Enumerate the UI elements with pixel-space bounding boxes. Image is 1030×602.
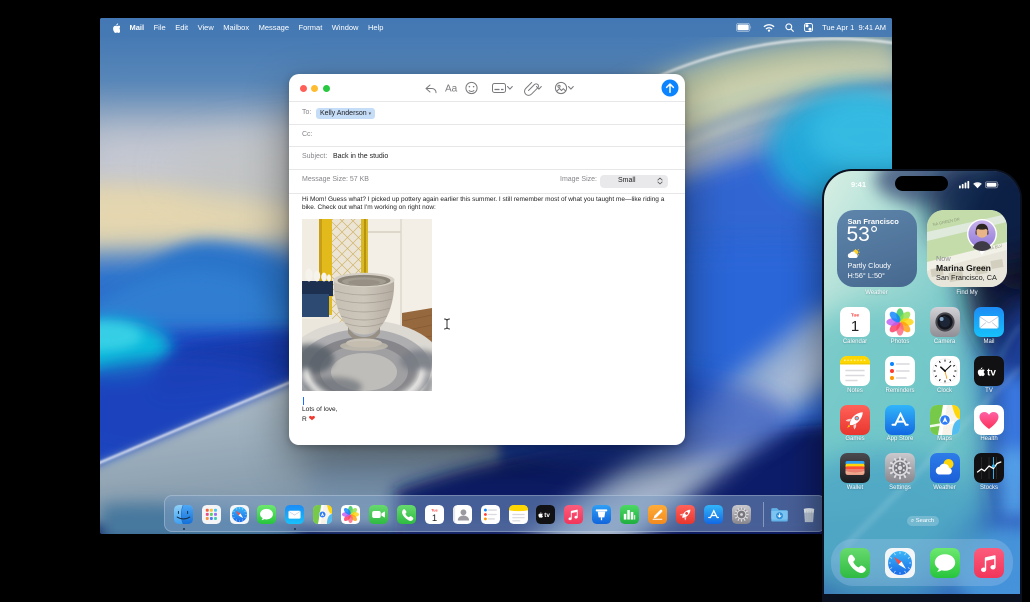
svg-text:Tue: Tue: [431, 508, 437, 512]
svg-text:tv: tv: [545, 512, 551, 519]
svg-text:1: 1: [851, 318, 859, 335]
svg-text:tv: tv: [987, 367, 996, 378]
svg-text:Aa: Aa: [445, 84, 458, 95]
svg-text:1: 1: [432, 513, 437, 524]
